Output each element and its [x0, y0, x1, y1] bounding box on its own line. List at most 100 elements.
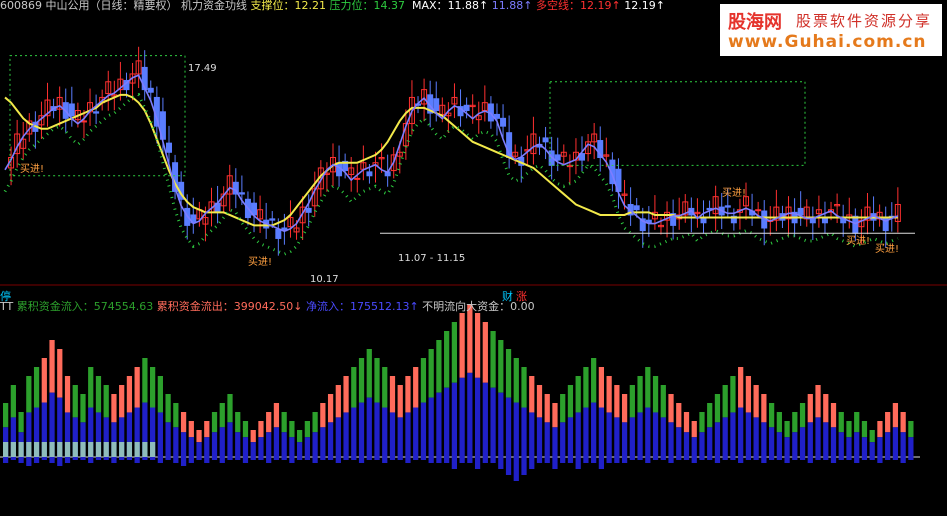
flow-bar-unknown [26, 442, 32, 457]
flow-bar-net [846, 437, 852, 457]
unknown-value: 0.00 [510, 300, 535, 313]
flow-bar-unknown [72, 442, 78, 457]
flow-bar-gross [312, 412, 318, 433]
flow-bar-negative [908, 457, 914, 460]
support-value: 12.21 [294, 0, 327, 12]
flow-bar-net [397, 417, 403, 457]
flow-bar-gross [606, 376, 612, 413]
flow-bar-negative [10, 457, 16, 460]
flow-bar-negative [714, 457, 721, 463]
range-label: 11.07 - 11.15 [398, 253, 465, 264]
flow-bar-negative [761, 457, 767, 463]
flow-bar-gross [142, 358, 148, 403]
flow-bar-gross [637, 376, 643, 413]
flow-bar-negative [900, 457, 906, 463]
buy-signal-label: 买进! [248, 256, 272, 268]
flow-bar-negative [3, 457, 9, 463]
flow-bar-negative [413, 457, 419, 460]
flow-bar-net [567, 417, 574, 457]
flow-bar-negative [722, 457, 728, 460]
flow-bar-negative [173, 457, 179, 463]
flow-bar-negative [474, 457, 481, 469]
flow-bar-negative [95, 457, 102, 460]
flow-bar-net [289, 437, 295, 457]
flow-bar-negative [111, 457, 117, 463]
flow-bar-net [575, 412, 581, 457]
net-value: 175512.13↑ [349, 300, 419, 313]
flow-bar-gross [552, 403, 558, 428]
flow-bar-unknown [111, 442, 117, 457]
flow-bar-gross [242, 421, 249, 438]
multi-value-2: 12.19↑ [624, 0, 665, 12]
flow-bar-gross [49, 340, 55, 393]
stock-code: 600869 [0, 0, 42, 12]
flow-bar-gross [513, 358, 519, 403]
flow-bar-negative [861, 457, 868, 460]
candle-body [68, 103, 75, 117]
candle-body [147, 87, 154, 93]
flow-bar-negative [26, 457, 32, 466]
unknown-label: 不明流向大资金： [422, 300, 511, 313]
flow-bar-negative [892, 457, 899, 460]
flow-bar-net [722, 417, 728, 457]
flow-bar-negative [490, 457, 496, 463]
flow-bar-net [335, 417, 341, 457]
flow-bar-unknown [57, 442, 63, 457]
flow-bar-net [854, 432, 860, 457]
flow-bar-unknown [88, 442, 94, 457]
flow-bar-net [784, 437, 790, 457]
flow-bar-gross [358, 358, 365, 403]
flow-bar-negative [660, 457, 666, 460]
flow-bar-gross [389, 376, 396, 413]
flow-bar-gross [598, 367, 605, 408]
flow-bar-negative [768, 457, 775, 460]
candle-body [542, 137, 549, 143]
flow-bar-negative [745, 457, 752, 460]
flow-bar-gross [289, 421, 295, 438]
flow-bar-net [768, 427, 775, 457]
flow-bar-gross [211, 412, 218, 433]
flow-bar-gross [150, 367, 156, 408]
flow-bar-negative [560, 457, 566, 463]
flow-bar-net [405, 412, 411, 457]
flow-bar-net [560, 422, 566, 457]
flow-bar-net [366, 397, 372, 457]
flow-bar-unknown [134, 442, 140, 457]
flow-bar-net [358, 402, 365, 457]
flow-bar-net [652, 412, 659, 457]
flow-bar-negative [297, 457, 303, 460]
flow-bar-net [869, 442, 875, 457]
flow-bar-gross [119, 385, 125, 418]
flow-bar-gross [676, 403, 682, 428]
flow-bar-net [621, 422, 628, 457]
flow-bar-gross [111, 394, 117, 423]
flow-bar-negative [351, 457, 357, 460]
flow-bar-negative [335, 457, 341, 463]
flow-bar-negative [327, 457, 334, 460]
multi-label: 多空线： [536, 0, 580, 12]
flow-bar-net [304, 437, 310, 457]
flow-bar-gross [196, 430, 202, 443]
flow-bar-net [838, 432, 844, 457]
flow-bar-gross [652, 376, 659, 413]
flow-bar-unknown [49, 442, 55, 457]
indicator-name: 机力资金功线 [181, 0, 247, 12]
flow-bar-gross [33, 367, 40, 408]
flow-bar-gross [266, 412, 272, 433]
flow-bar-gross [536, 385, 543, 418]
flow-bar-net [614, 417, 620, 457]
flow-bar-negative [382, 457, 388, 463]
flow-bar-gross [699, 412, 705, 433]
flow-bar-negative [691, 457, 697, 463]
flow-bar-negative [869, 457, 875, 460]
flow-bar-net [219, 427, 225, 457]
flow-bar-negative [699, 457, 705, 460]
candle-body [275, 228, 282, 239]
flow-bar-negative [730, 457, 736, 460]
flow-legend: TT 累积资金流入：574554.63 累积资金流出：399042.50↓ 净流… [0, 298, 535, 314]
flow-bar-gross [80, 394, 86, 423]
flow-bar-negative [273, 457, 280, 460]
flow-bar-unknown [142, 442, 148, 457]
flow-bar-gross [459, 313, 465, 378]
flow-bar-gross [505, 349, 512, 398]
